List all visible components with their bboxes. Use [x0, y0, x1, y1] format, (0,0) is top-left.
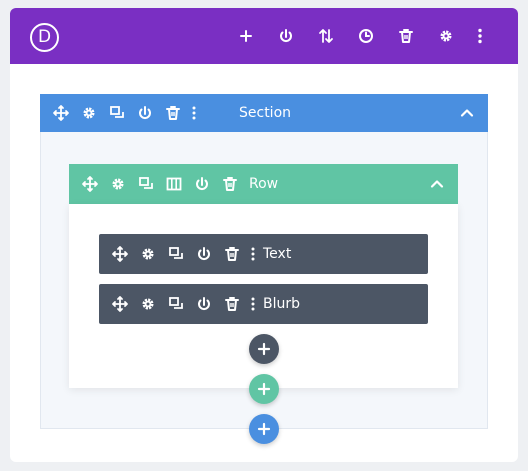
power-icon[interactable]	[195, 245, 213, 263]
add-row-button[interactable]	[249, 374, 279, 404]
history-clock-icon[interactable]	[357, 27, 375, 45]
section-header[interactable]: Section	[40, 94, 488, 132]
plus-icon	[257, 422, 271, 436]
gear-icon[interactable]	[437, 27, 455, 45]
add-module-button[interactable]	[249, 334, 279, 364]
chevron-up-icon[interactable]	[428, 175, 446, 193]
more-vertical-icon[interactable]	[185, 104, 203, 122]
module-blurb[interactable]: Blurb	[99, 284, 428, 324]
divi-logo: D	[30, 23, 59, 52]
move-icon[interactable]	[111, 245, 129, 263]
builder-card: D Section Row Text Blurb	[10, 8, 518, 462]
builder-toolbar: D	[10, 8, 518, 64]
more-vertical-icon[interactable]	[244, 295, 262, 313]
move-icon[interactable]	[52, 104, 70, 122]
trash-icon[interactable]	[223, 295, 241, 313]
move-icon[interactable]	[111, 295, 129, 313]
module-label: Text	[263, 246, 292, 262]
module-label: Blurb	[263, 296, 301, 312]
more-vertical-icon[interactable]	[244, 245, 262, 263]
module-text[interactable]: Text	[99, 234, 428, 274]
gear-icon[interactable]	[80, 104, 98, 122]
plus-icon	[257, 342, 271, 356]
columns-icon[interactable]	[165, 175, 183, 193]
trash-icon[interactable]	[221, 175, 239, 193]
section-label: Section	[239, 105, 292, 121]
power-icon[interactable]	[136, 104, 154, 122]
power-icon[interactable]	[193, 175, 211, 193]
power-icon[interactable]	[277, 27, 295, 45]
duplicate-icon[interactable]	[167, 295, 185, 313]
plus-icon[interactable]	[237, 27, 255, 45]
duplicate-icon[interactable]	[167, 245, 185, 263]
gear-icon[interactable]	[109, 175, 127, 193]
trash-icon[interactable]	[397, 27, 415, 45]
add-section-button[interactable]	[249, 414, 279, 444]
move-icon[interactable]	[81, 175, 99, 193]
trash-icon[interactable]	[223, 245, 241, 263]
trash-icon[interactable]	[164, 104, 182, 122]
gear-icon[interactable]	[139, 295, 157, 313]
chevron-up-icon[interactable]	[458, 104, 476, 122]
plus-icon	[257, 382, 271, 396]
more-vertical-icon[interactable]	[471, 27, 489, 45]
gear-icon[interactable]	[139, 245, 157, 263]
row-label: Row	[249, 176, 279, 192]
power-icon[interactable]	[195, 295, 213, 313]
sort-arrows-icon[interactable]	[317, 27, 335, 45]
duplicate-icon[interactable]	[137, 175, 155, 193]
duplicate-icon[interactable]	[108, 104, 126, 122]
row-header[interactable]: Row	[69, 164, 458, 204]
